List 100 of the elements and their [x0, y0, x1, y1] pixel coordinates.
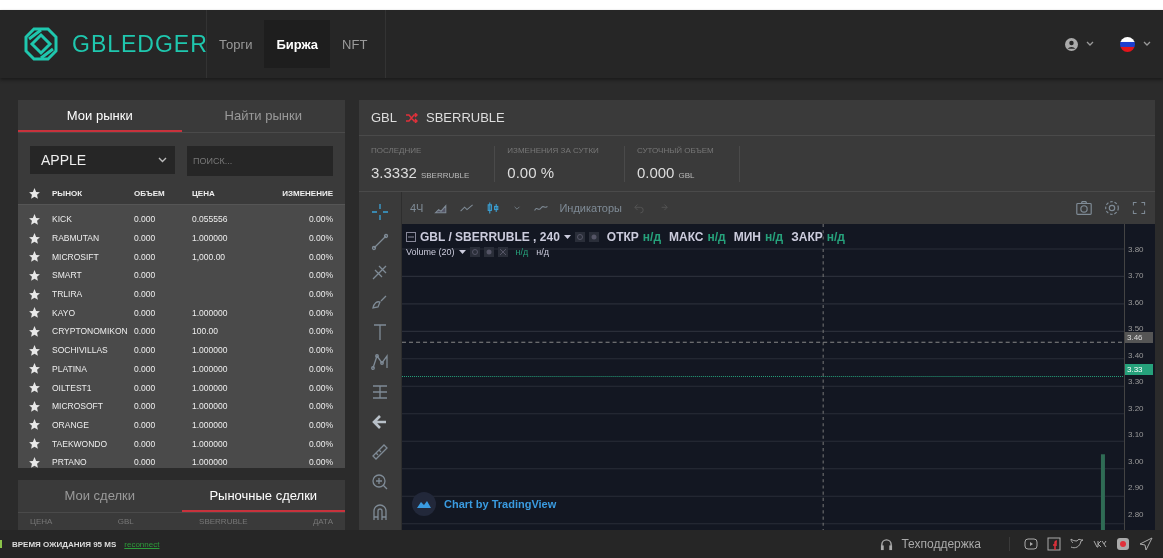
- stat-label: СУТОЧНЫЙ ОБЪЕМ: [636, 145, 714, 155]
- table-cell-text: 0.00%: [307, 289, 333, 300]
- table-cell-text: 0.00%: [307, 307, 333, 318]
- table-cell-text: 1.000000: [192, 345, 229, 356]
- latency-text: ВРЕМЯ ОЖИДАНИЯ 95 MS: [12, 539, 117, 549]
- star-icon[interactable]: [28, 306, 41, 320]
- star-icon[interactable]: [28, 455, 41, 468]
- pattern-icon[interactable]: [370, 352, 390, 372]
- chevron-icon[interactable]: [158, 157, 167, 163]
- table-cell-text: 1.000000: [192, 457, 229, 468]
- flag-icon[interactable]: [1120, 36, 1135, 52]
- star-icon[interactable]: [28, 437, 41, 451]
- table-cell-text: 0.000: [134, 214, 157, 225]
- interval-button[interactable]: 4Ч: [410, 202, 424, 214]
- table-cell-text: 0.000: [134, 251, 157, 262]
- market-select[interactable]: APPLE: [30, 146, 175, 174]
- chevron-icon[interactable]: [1143, 41, 1151, 47]
- nav-tab[interactable]: Торги: [207, 20, 265, 68]
- caret-icon[interactable]: [458, 249, 466, 255]
- collapse-icon[interactable]: [406, 232, 416, 242]
- table-cell-text: KAYO: [52, 307, 76, 318]
- axis-label: 3.00: [1128, 456, 1144, 466]
- crosshair-icon[interactable]: [370, 202, 390, 222]
- settings-icon[interactable]: [483, 247, 494, 257]
- star-icon[interactable]: [28, 343, 41, 357]
- table-cell-text: 0.00%: [307, 214, 333, 225]
- table-cell-text: MICROSIFT: [52, 251, 100, 262]
- star-icon[interactable]: [28, 399, 41, 413]
- tab[interactable]: Мои рынки: [18, 100, 182, 132]
- tradingview-logo-icon[interactable]: [412, 492, 436, 516]
- indicators-button[interactable]: Индикаторы: [559, 202, 622, 214]
- column-header: РЫНОК: [52, 188, 84, 198]
- legend-value: н/д: [765, 230, 784, 244]
- table-cell-text: 1.000000: [192, 401, 229, 412]
- legend-value: н/д: [707, 230, 726, 244]
- table-cell-text: 1.000000: [192, 438, 229, 449]
- axis-label: 3.10: [1128, 430, 1144, 440]
- table-cell-text: PRTANO: [52, 457, 88, 468]
- camera-icon[interactable]: [1116, 537, 1130, 551]
- star-icon[interactable]: [28, 186, 41, 200]
- line-tool-icon[interactable]: [370, 232, 390, 252]
- stat-value: 0.000: [636, 163, 675, 181]
- table-cell-text: 0.000: [134, 307, 157, 318]
- legend-label: МИН: [733, 230, 761, 244]
- settings-icon[interactable]: [1103, 199, 1121, 217]
- column-header: ДАТА: [312, 517, 333, 526]
- table-cell-text: MICROSOFT: [52, 401, 104, 412]
- send-icon[interactable]: [1139, 537, 1153, 551]
- caret-icon[interactable]: [563, 234, 571, 240]
- table-cell-text: 0.00%: [307, 251, 333, 262]
- axis-label: 3.60: [1128, 297, 1144, 307]
- user-icon[interactable]: [1065, 37, 1078, 51]
- search-field[interactable]: ПОИСК...: [187, 146, 333, 176]
- table-cell-text: 1.000000: [192, 307, 229, 318]
- star-icon[interactable]: [28, 287, 41, 301]
- nav-tab[interactable]: NFT: [330, 20, 380, 68]
- legend-label: ЗАКР: [791, 230, 823, 244]
- star-icon[interactable]: [28, 212, 41, 226]
- star-icon[interactable]: [28, 362, 41, 376]
- tab[interactable]: Рыночные сделки: [181, 480, 345, 512]
- table-cell-text: CRYPTONOMIKON: [52, 326, 129, 337]
- star-icon[interactable]: [28, 268, 41, 282]
- play-icon[interactable]: [1024, 537, 1038, 551]
- legend-value: н/д: [515, 247, 529, 257]
- chevron-icon[interactable]: [1086, 41, 1094, 47]
- star-icon[interactable]: [28, 324, 41, 338]
- f-icon[interactable]: [1047, 537, 1061, 551]
- headset-icon[interactable]: [880, 537, 894, 551]
- table-cell-text: TAEKWONDO: [52, 438, 109, 449]
- nav-tab[interactable]: Биржа: [264, 20, 331, 68]
- settings-icon[interactable]: [588, 232, 599, 242]
- crosshair-price-label: 3.46: [1125, 332, 1153, 343]
- table-cell-text: 0.00%: [307, 438, 333, 449]
- measure-icon[interactable]: [370, 382, 390, 402]
- axis-label: 3.30: [1128, 377, 1144, 387]
- close-icon[interactable]: [497, 247, 508, 257]
- table-cell-text: RABMUTAN: [52, 233, 101, 244]
- zoom-in-icon[interactable]: [370, 472, 390, 492]
- star-icon[interactable]: [28, 381, 41, 395]
- camera-icon[interactable]: [1075, 199, 1093, 217]
- star-icon[interactable]: [28, 250, 41, 264]
- magnet-icon[interactable]: [370, 502, 390, 522]
- tab[interactable]: Найти рынки: [181, 100, 345, 132]
- support-link[interactable]: Техподдержка: [901, 537, 981, 551]
- table-cell-text: 1.000000: [192, 382, 229, 393]
- attribution-link[interactable]: Chart by TradingView: [444, 498, 557, 510]
- fullscreen-icon[interactable]: [1131, 200, 1147, 216]
- ruler-icon[interactable]: [370, 442, 390, 462]
- tab[interactable]: Мои сделки: [18, 480, 182, 512]
- star-icon[interactable]: [28, 418, 41, 432]
- stat-value: 3.3332: [371, 163, 417, 181]
- star-icon[interactable]: [28, 231, 41, 245]
- last-price-label: 3.33: [1125, 364, 1153, 375]
- axis-label: 3.70: [1128, 271, 1144, 281]
- swap-icon[interactable]: [405, 112, 418, 123]
- table-cell-text: 1.000000: [192, 419, 229, 430]
- bird-icon[interactable]: [1070, 537, 1084, 551]
- table-cell-text: 0.000: [134, 233, 157, 244]
- reconnect-link[interactable]: reconnect: [124, 539, 160, 549]
- table-cell-text: 0.000: [134, 326, 157, 337]
